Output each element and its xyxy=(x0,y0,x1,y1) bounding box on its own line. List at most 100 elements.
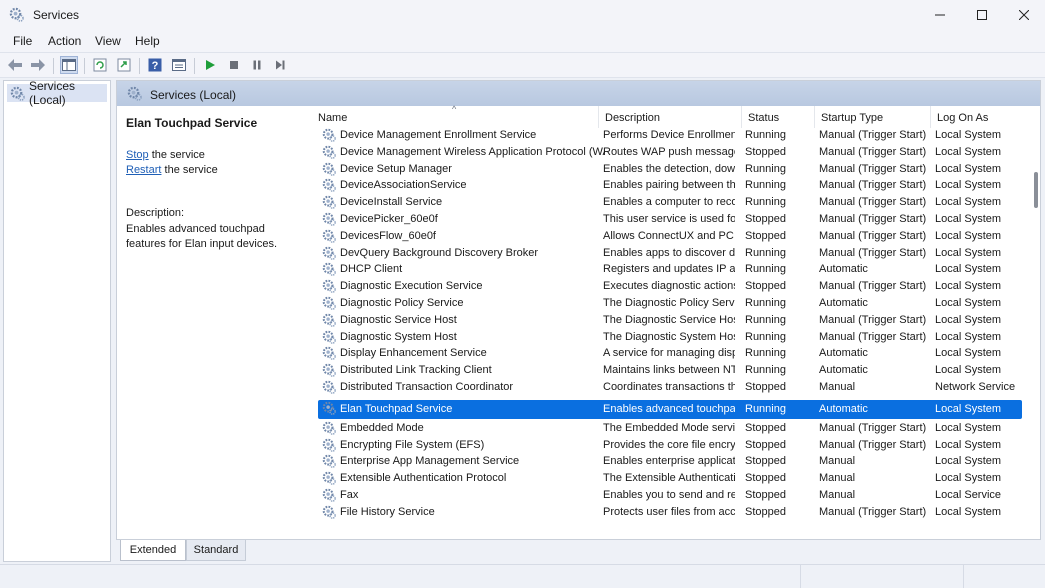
menu-help[interactable]: Help xyxy=(135,34,160,48)
table-row[interactable]: Diagnostic System Host The Diagnostic Sys… xyxy=(318,329,1022,345)
cell-description: A service for managing display... xyxy=(603,347,735,360)
cell-log-on-as: Local System xyxy=(935,213,1002,225)
start-service-button[interactable] xyxy=(201,56,219,74)
help-icon: ? xyxy=(148,58,162,72)
selected-service-name: Elan Touchpad Service xyxy=(126,116,258,130)
table-row[interactable]: Embedded Mode The Embedded Mode service .… xyxy=(318,420,1022,436)
cell-startup-type: Manual xyxy=(819,472,856,485)
pause-service-button[interactable] xyxy=(248,56,266,74)
table-row[interactable]: Device Management Enrollment Service Perf… xyxy=(318,127,1022,143)
gear-services-icon xyxy=(322,145,336,159)
table-row[interactable]: Encrypting File System (EFS) Provides the… xyxy=(318,437,1022,453)
stop-action-line: Stop the service xyxy=(126,149,205,161)
table-row[interactable]: Fax Enables you to send and recei... Stopp… xyxy=(318,487,1022,503)
toolbar: ? xyxy=(0,52,1045,78)
restart-service-link[interactable]: Restart xyxy=(126,164,161,176)
show-hide-tree-button[interactable] xyxy=(60,56,78,74)
stop-service-link[interactable]: Stop xyxy=(126,149,149,161)
table-row[interactable]: Device Setup Manager Enables the detectio… xyxy=(318,161,1022,177)
cell-startup-type: Manual (Trigger Start) xyxy=(819,438,927,451)
cell-name: DevicePicker_60e0f xyxy=(340,213,438,225)
back-button[interactable] xyxy=(6,56,24,74)
cell-status: Stopped xyxy=(745,145,786,158)
gear-services-icon xyxy=(322,246,336,260)
table-row[interactable]: Diagnostic Service Host The Diagnostic Se… xyxy=(318,312,1022,328)
toolbar-separator xyxy=(53,58,54,74)
toolbar-separator xyxy=(84,58,85,74)
cell-name: Diagnostic Execution Service xyxy=(340,280,483,293)
tab-standard[interactable]: Standard xyxy=(186,540,246,561)
table-row[interactable]: DevQuery Background Discovery Broker Enab… xyxy=(318,245,1022,261)
table-row-selected[interactable]: Elan Touchpad Service Enables advanced to… xyxy=(318,399,1022,419)
resume-service-button[interactable] xyxy=(271,56,289,74)
column-header-log-on-as[interactable]: Log On As xyxy=(931,106,1040,128)
cell-status: Running xyxy=(745,162,786,175)
cell-log-on-as: Local System xyxy=(935,280,1002,293)
stop-service-button[interactable] xyxy=(225,56,243,74)
vertical-scrollbar[interactable] xyxy=(1033,106,1039,537)
column-header-name[interactable]: Name ^ xyxy=(312,104,599,128)
export-list-button[interactable] xyxy=(115,56,133,74)
cell-startup-type: Automatic xyxy=(819,263,868,276)
tree-item-services-local[interactable]: Services (Local) xyxy=(7,79,107,107)
column-header-startup-type-label: Startup Type xyxy=(821,112,884,124)
table-row[interactable]: DeviceAssociationService Enables pairing … xyxy=(318,177,1022,193)
table-row[interactable]: Distributed Link Tracking Client Maintain… xyxy=(318,362,1022,378)
cell-startup-type: Automatic xyxy=(819,347,868,360)
properties-button[interactable] xyxy=(170,56,188,74)
forward-arrow-icon xyxy=(31,59,45,71)
minimize-button[interactable] xyxy=(918,0,962,30)
table-row[interactable]: Distributed Transaction Coordinator Coord… xyxy=(318,379,1022,395)
cell-startup-type: Manual (Trigger Start) xyxy=(819,313,927,326)
table-row[interactable]: DevicePicker_60e0f This user service is u… xyxy=(318,211,1022,227)
cell-description: The Diagnostic Policy Service ... xyxy=(603,297,735,309)
gear-services-icon xyxy=(322,212,336,226)
menu-view[interactable]: View xyxy=(95,34,121,48)
table-row[interactable]: Extensible Authentication Protocol The Ex… xyxy=(318,470,1022,486)
table-row[interactable]: Enterprise App Management Service Enables… xyxy=(318,453,1022,469)
help-button[interactable]: ? xyxy=(146,56,164,74)
cell-name: Diagnostic Policy Service xyxy=(340,297,464,309)
table-row[interactable]: Diagnostic Policy Service The Diagnostic … xyxy=(318,295,1022,311)
close-button[interactable] xyxy=(1002,0,1045,30)
cell-log-on-as: Local System xyxy=(935,455,1002,468)
status-bar-separator xyxy=(963,565,964,588)
cell-status: Running xyxy=(745,347,786,360)
main-pane: Services (Local) Elan Touchpad Service S… xyxy=(116,80,1041,540)
menu-action[interactable]: Action xyxy=(48,34,81,48)
column-header-status[interactable]: Status xyxy=(742,106,815,128)
table-row[interactable]: File History Service Protects user files … xyxy=(318,504,1022,520)
cell-startup-type: Manual (Trigger Start) xyxy=(819,505,927,518)
column-header-startup-type[interactable]: Startup Type xyxy=(815,106,931,128)
resume-service-icon xyxy=(276,60,285,70)
stop-action-suffix: the service xyxy=(148,149,205,161)
table-row[interactable]: DevicesFlow_60e0f Allows ConnectUX and PC… xyxy=(318,228,1022,244)
cell-name: Enterprise App Management Service xyxy=(340,455,520,468)
console-tree: Services (Local) xyxy=(3,79,111,562)
window-title: Services xyxy=(33,8,80,22)
gear-services-icon xyxy=(9,7,24,22)
scrollbar-thumb[interactable] xyxy=(1034,172,1038,208)
status-bar-separator xyxy=(800,565,801,588)
column-header-description[interactable]: Description xyxy=(599,106,742,128)
cell-status: Running xyxy=(745,402,786,415)
tab-extended[interactable]: Extended xyxy=(120,540,186,561)
cell-status: Running xyxy=(745,196,786,209)
cell-status: Stopped xyxy=(745,229,786,242)
cell-startup-type: Manual (Trigger Start) xyxy=(819,246,927,259)
maximize-button[interactable] xyxy=(960,0,1004,30)
gear-services-icon xyxy=(127,86,142,101)
forward-button[interactable] xyxy=(29,56,47,74)
table-row[interactable]: Display Enhancement Service A service for… xyxy=(318,345,1022,361)
gear-services-icon xyxy=(322,488,336,502)
gear-services-icon xyxy=(322,128,336,142)
table-row[interactable]: Device Management Wireless Application P… xyxy=(318,144,1022,160)
table-row[interactable]: Diagnostic Execution Service Executes dia… xyxy=(318,278,1022,294)
cell-description: Coordinates transactions that ... xyxy=(603,381,735,393)
cell-status: Running xyxy=(745,129,786,141)
menu-file[interactable]: File xyxy=(13,34,32,48)
cell-startup-type: Manual (Trigger Start) xyxy=(819,129,927,141)
table-row[interactable]: DHCP Client Registers and updates IP addr… xyxy=(318,261,1022,277)
refresh-button[interactable] xyxy=(91,56,109,74)
table-row[interactable]: DeviceInstall Service Enables a computer … xyxy=(318,194,1022,210)
